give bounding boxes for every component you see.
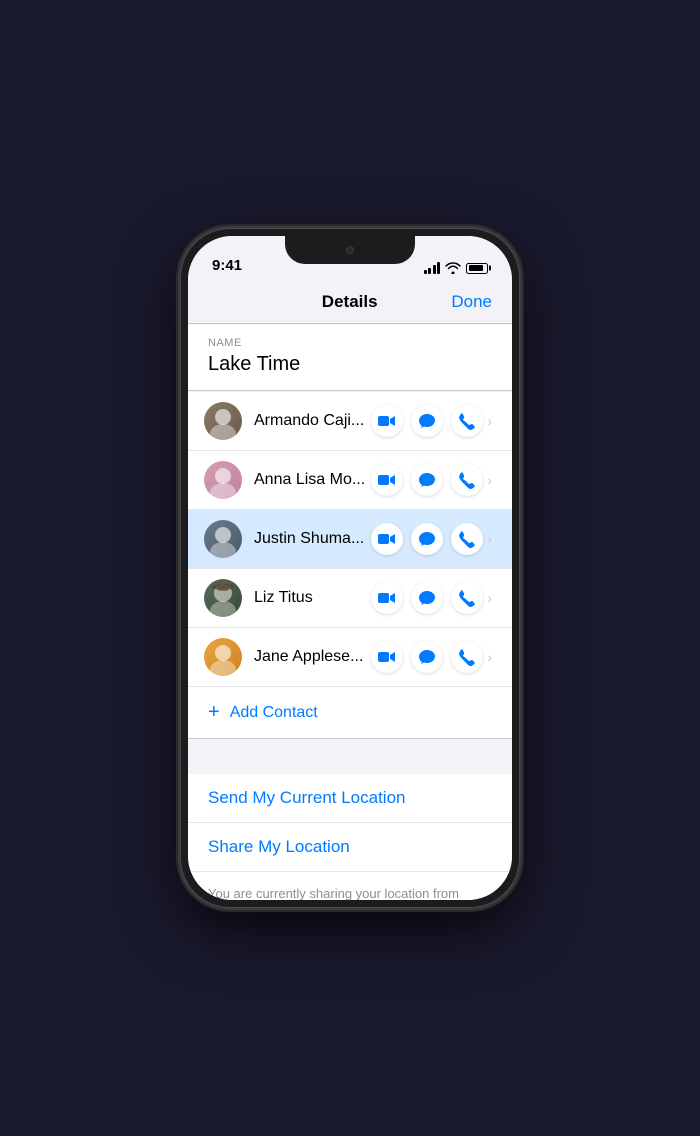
contact-actions-jane bbox=[371, 641, 483, 673]
signal-icon bbox=[424, 262, 441, 274]
contact-name-armando: Armando Caji... bbox=[254, 412, 371, 430]
chevron-icon-justin: › bbox=[487, 531, 492, 547]
message-button-armando[interactable] bbox=[411, 405, 443, 437]
wifi-icon bbox=[445, 262, 461, 274]
avatar-jane bbox=[204, 638, 242, 676]
video-call-button-liz[interactable] bbox=[371, 582, 403, 614]
phone-call-button-justin[interactable] bbox=[451, 523, 483, 555]
contact-actions-armando bbox=[371, 405, 483, 437]
phone-device: 9:41 Details bbox=[180, 228, 520, 908]
contact-actions-liz bbox=[371, 582, 483, 614]
message-button-liz[interactable] bbox=[411, 582, 443, 614]
contact-name-justin: Justin Shuma... bbox=[254, 530, 371, 548]
name-field-label: NAME bbox=[208, 337, 492, 349]
video-call-button-armando[interactable] bbox=[371, 405, 403, 437]
phone-call-button-armando[interactable] bbox=[451, 405, 483, 437]
message-button-anna[interactable] bbox=[411, 464, 443, 496]
avatar-liz bbox=[204, 579, 242, 617]
name-section: NAME Lake Time bbox=[188, 325, 512, 391]
add-contact-button[interactable]: + Add Contact bbox=[188, 687, 512, 739]
contact-row-anna[interactable]: Anna Lisa Mo... bbox=[188, 451, 512, 510]
navigation-bar: Details Done bbox=[188, 280, 512, 324]
phone-screen: 9:41 Details bbox=[188, 236, 512, 900]
message-button-jane[interactable] bbox=[411, 641, 443, 673]
video-call-button-justin[interactable] bbox=[371, 523, 403, 555]
send-current-location-button[interactable]: Send My Current Location bbox=[188, 774, 512, 823]
contact-actions-anna bbox=[371, 464, 483, 496]
video-call-button-anna[interactable] bbox=[371, 464, 403, 496]
contact-row-liz[interactable]: Liz Titus bbox=[188, 569, 512, 628]
status-time: 9:41 bbox=[212, 257, 242, 274]
add-contact-label: Add Contact bbox=[230, 704, 318, 722]
camera-dot bbox=[346, 246, 354, 254]
phone-call-button-anna[interactable] bbox=[451, 464, 483, 496]
avatar-anna bbox=[204, 461, 242, 499]
chevron-icon-liz: › bbox=[487, 590, 492, 606]
contact-actions-justin bbox=[371, 523, 483, 555]
contact-name-jane: Jane Applese... bbox=[254, 648, 371, 666]
nav-title: Details bbox=[322, 292, 378, 312]
battery-icon bbox=[466, 263, 488, 274]
section-gap-1 bbox=[188, 739, 512, 774]
status-icons bbox=[424, 262, 489, 274]
contact-row-jane[interactable]: Jane Applese... bbox=[188, 628, 512, 687]
add-icon: + bbox=[208, 701, 220, 724]
chevron-icon-armando: › bbox=[487, 413, 492, 429]
location-section: Send My Current Location Share My Locati… bbox=[188, 774, 512, 900]
share-location-button[interactable]: Share My Location bbox=[188, 823, 512, 872]
contact-name-liz: Liz Titus bbox=[254, 589, 371, 607]
chevron-icon-jane: › bbox=[487, 649, 492, 665]
message-button-justin[interactable] bbox=[411, 523, 443, 555]
location-description: You are currently sharing your location … bbox=[188, 872, 512, 900]
contacts-list: Armando Caji... bbox=[188, 392, 512, 687]
phone-call-button-liz[interactable] bbox=[451, 582, 483, 614]
video-call-button-jane[interactable] bbox=[371, 641, 403, 673]
content-area: NAME Lake Time Armando Caji... bbox=[188, 324, 512, 900]
chevron-icon-anna: › bbox=[487, 472, 492, 488]
contact-name-anna: Anna Lisa Mo... bbox=[254, 471, 371, 489]
avatar-justin bbox=[204, 520, 242, 558]
group-name: Lake Time bbox=[208, 353, 492, 376]
location-desc-text: You are currently sharing your location … bbox=[208, 886, 459, 900]
contact-row-justin[interactable]: Justin Shuma... bbox=[188, 510, 512, 569]
done-button[interactable]: Done bbox=[451, 292, 492, 312]
share-location-label: Share My Location bbox=[208, 837, 350, 856]
notch bbox=[285, 236, 415, 264]
send-current-location-label: Send My Current Location bbox=[208, 788, 406, 807]
contact-row-armando[interactable]: Armando Caji... bbox=[188, 392, 512, 451]
phone-call-button-jane[interactable] bbox=[451, 641, 483, 673]
avatar-armando bbox=[204, 402, 242, 440]
location-desc-part1: You are currently sharing your location … bbox=[208, 886, 459, 900]
